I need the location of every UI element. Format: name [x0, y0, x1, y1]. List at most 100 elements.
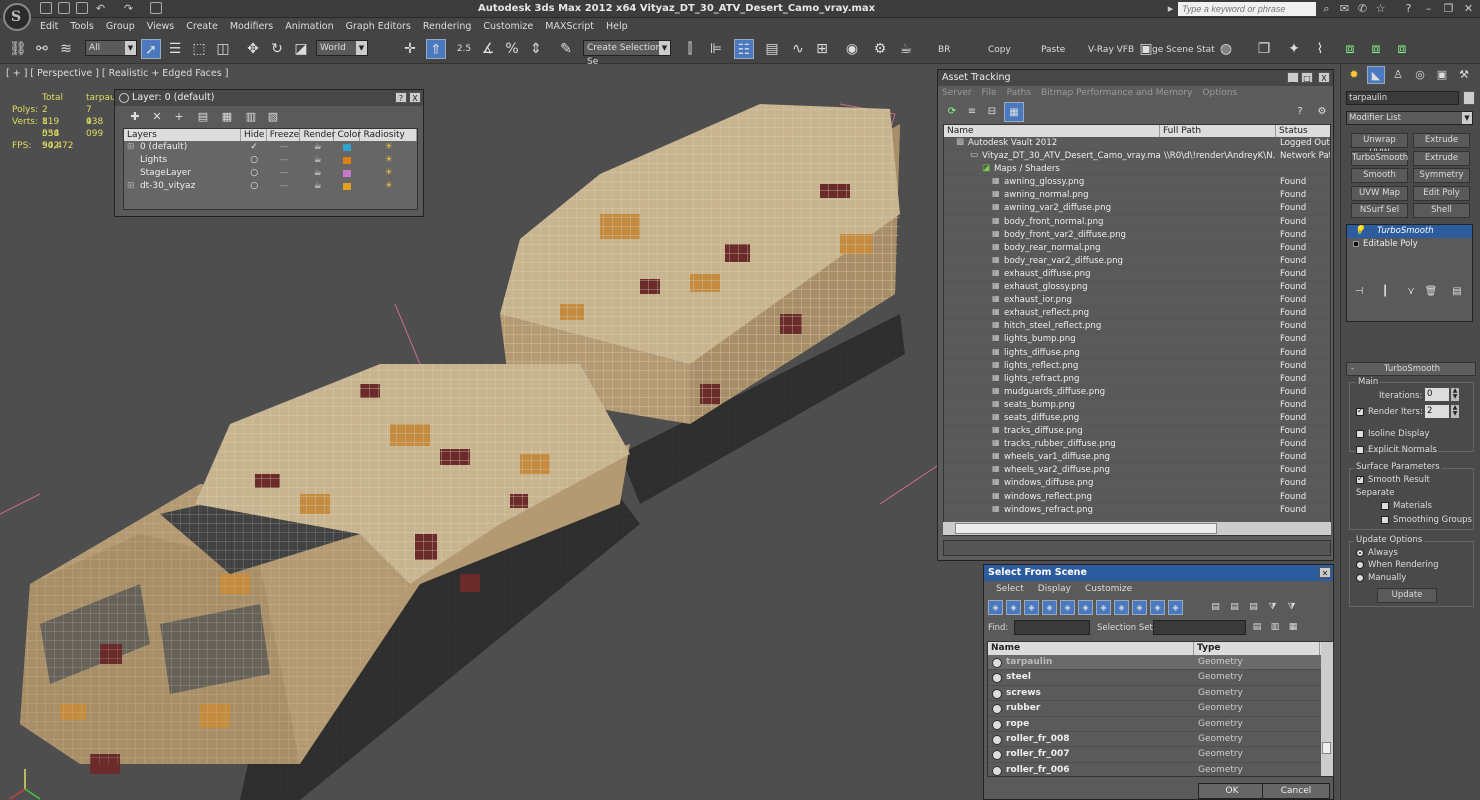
asset-row[interactable]: ▦ seats_diffuse.png Found: [944, 412, 1330, 426]
hide-toggle[interactable]: ○: [241, 154, 267, 167]
render-teapot-icon[interactable]: ☕: [301, 141, 335, 154]
filter-containers-icon[interactable]: ◈: [1150, 600, 1165, 615]
undo-icon[interactable]: ↶: [94, 2, 107, 15]
scene-menu-select[interactable]: Select: [996, 581, 1038, 597]
vray-vfb-button[interactable]: V-Ray VFB: [1088, 45, 1134, 55]
scene-object-row[interactable]: rope Geometry: [988, 717, 1333, 732]
select-manipulate-icon[interactable]: ⇑: [426, 39, 446, 59]
col-layers[interactable]: Layers: [124, 129, 241, 141]
help-icon[interactable]: ?: [1402, 2, 1415, 15]
menu-graph-editors[interactable]: Graph Editors: [340, 18, 417, 34]
minimize-icon[interactable]: –: [1422, 2, 1435, 15]
asset-hscrollbar[interactable]: [943, 522, 1331, 535]
angle-snap-icon[interactable]: ∡: [478, 39, 498, 59]
turbosmooth-rollout-header[interactable]: - TurboSmooth: [1346, 362, 1476, 376]
modifier-button-smooth[interactable]: Smooth: [1351, 168, 1408, 183]
render-iters-spinner-icon[interactable]: ▲ ▼: [1451, 405, 1459, 418]
asset-row[interactable]: ▦ body_front_normal.png Found: [944, 216, 1330, 229]
col-render[interactable]: Render: [300, 129, 336, 141]
asset-row[interactable]: ▩ Autodesk Vault 2012 Logged Out (: [944, 137, 1330, 151]
select-highlighted-icon[interactable]: ▤: [193, 107, 213, 127]
scene-object-row[interactable]: screws Geometry: [988, 686, 1333, 702]
hide-all-icon[interactable]: ▥: [241, 107, 261, 127]
percent-snap-icon[interactable]: %: [502, 39, 522, 59]
layer-manager-icon[interactable]: ☷: [734, 39, 754, 59]
layer-row[interactable]: StageLayer ○ — ☕ ☀: [124, 167, 417, 180]
asset-row[interactable]: ▦ lights_refract.png Found: [944, 373, 1330, 386]
asset-row[interactable]: ▦ tracks_rubber_diffuse.png Found: [944, 438, 1330, 452]
radiosity-sun-icon[interactable]: ☀: [360, 141, 417, 154]
radiosity-sun-icon[interactable]: ☀: [360, 167, 417, 180]
filter-xrefs-icon[interactable]: ◈: [1114, 600, 1129, 615]
clone-icon[interactable]: ❐: [1254, 39, 1274, 59]
render-teapot-icon[interactable]: ☕: [301, 154, 335, 167]
snaps-toggle-icon[interactable]: 2.5: [454, 39, 474, 59]
asset-row[interactable]: ▦ wheels_var1_diffuse.png Found: [944, 451, 1330, 465]
col-object-name[interactable]: Name: [988, 642, 1194, 655]
menu-animation[interactable]: Animation: [279, 18, 339, 34]
select-and-move-icon[interactable]: ✥: [243, 39, 263, 59]
expand-box-icon[interactable]: [1353, 241, 1359, 247]
menu-tools[interactable]: Tools: [64, 18, 99, 34]
named-selection-dropdown[interactable]: Create Selection Se ▼: [583, 40, 671, 67]
update-button[interactable]: Update: [1377, 588, 1437, 603]
col-radiosity[interactable]: Radiosity: [360, 129, 417, 141]
render-setup-icon[interactable]: ⚙: [870, 39, 890, 59]
asset-row[interactable]: ▦ body_rear_normal.png Found: [944, 242, 1330, 255]
frame-icon-3[interactable]: ⧈: [1392, 39, 1412, 59]
asset-menu-file[interactable]: File: [982, 86, 1007, 100]
scene-object-row[interactable]: rubber Geometry: [988, 701, 1333, 717]
materials-checkbox[interactable]: [1381, 501, 1389, 510]
modifier-list-dropdown[interactable]: Modifier List ▼: [1346, 111, 1473, 125]
select-by-name-icon[interactable]: ☰: [165, 39, 185, 59]
pin-stack-icon[interactable]: ⊣: [1351, 284, 1367, 300]
save-file-icon[interactable]: [76, 2, 88, 14]
scene-object-row[interactable]: roller_fr_007 Geometry: [988, 747, 1333, 763]
open-file-icon[interactable]: [58, 2, 70, 14]
bind-space-warp-icon[interactable]: ≋: [56, 39, 76, 59]
freeze-toggle[interactable]: —: [267, 141, 301, 154]
filter-space-warps-icon[interactable]: ◈: [1078, 600, 1093, 615]
filter-geometry-icon[interactable]: ◈: [988, 600, 1003, 615]
save-selection-set-icon[interactable]: ▤: [1250, 619, 1264, 635]
cancel-button[interactable]: Cancel: [1262, 783, 1330, 799]
list-view-icon[interactable]: ≡: [962, 102, 982, 122]
scene-object-row[interactable]: roller_fr_008 Geometry: [988, 732, 1333, 748]
render-teapot-icon[interactable]: ☕: [896, 39, 916, 59]
explicit-normals-checkbox[interactable]: [1356, 445, 1364, 454]
expand-icon[interactable]: [124, 167, 136, 180]
asset-row[interactable]: ▦ body_rear_var2_diffuse.png Found: [944, 255, 1330, 268]
paste-button[interactable]: Paste: [1041, 45, 1065, 55]
col-object-type[interactable]: Type: [1194, 642, 1320, 655]
hide-toggle[interactable]: ○: [241, 167, 267, 180]
select-object-icon[interactable]: ➚: [141, 39, 161, 59]
delete-selection-set-icon[interactable]: ▦: [1286, 619, 1300, 635]
select-and-scale-icon[interactable]: ◪: [291, 39, 311, 59]
radiosity-sun-icon[interactable]: ☀: [360, 180, 417, 193]
align-icon[interactable]: ⊫: [706, 39, 726, 59]
filter-bones-icon[interactable]: ◈: [1132, 600, 1147, 615]
utilities-tab-icon[interactable]: ⚒: [1455, 66, 1473, 84]
asset-row[interactable]: ▦ lights_bump.png Found: [944, 333, 1330, 347]
asset-menu-paths[interactable]: Paths: [1007, 86, 1041, 100]
asset-close-button[interactable]: X: [1318, 72, 1330, 83]
pivot-center-icon[interactable]: ✛: [400, 39, 420, 59]
smoothing-groups-checkbox[interactable]: [1381, 515, 1389, 524]
remove-modifier-icon[interactable]: 🗑: [1423, 284, 1439, 300]
filter-icon[interactable]: ⧩: [1265, 600, 1280, 615]
layer-close-button[interactable]: X: [409, 92, 421, 103]
asset-row[interactable]: ▦ lights_diffuse.png Found: [944, 347, 1330, 360]
edit-named-selection-icon[interactable]: ✎: [556, 39, 576, 59]
refresh-icon[interactable]: ⟳: [942, 102, 962, 122]
filter-lights-icon[interactable]: ◈: [1024, 600, 1039, 615]
asset-row[interactable]: ▦ mudguards_diffuse.png Found: [944, 386, 1330, 399]
asset-row[interactable]: ▦ awning_var2_diffuse.png Found: [944, 202, 1330, 216]
asset-row[interactable]: ◪ Maps / Shaders: [944, 163, 1330, 177]
asset-menu-server[interactable]: Server: [942, 86, 982, 100]
filter-groups-icon[interactable]: ◈: [1096, 600, 1111, 615]
asset-row[interactable]: ▦ lights_reflect.png Found: [944, 360, 1330, 373]
menu-modifiers[interactable]: Modifiers: [224, 18, 279, 34]
scene-window-titlebar[interactable]: Select From Scene ✕: [984, 565, 1333, 581]
filter-frozen-icon[interactable]: ◈: [1168, 600, 1183, 615]
search-icon[interactable]: ⌕: [1320, 2, 1333, 15]
